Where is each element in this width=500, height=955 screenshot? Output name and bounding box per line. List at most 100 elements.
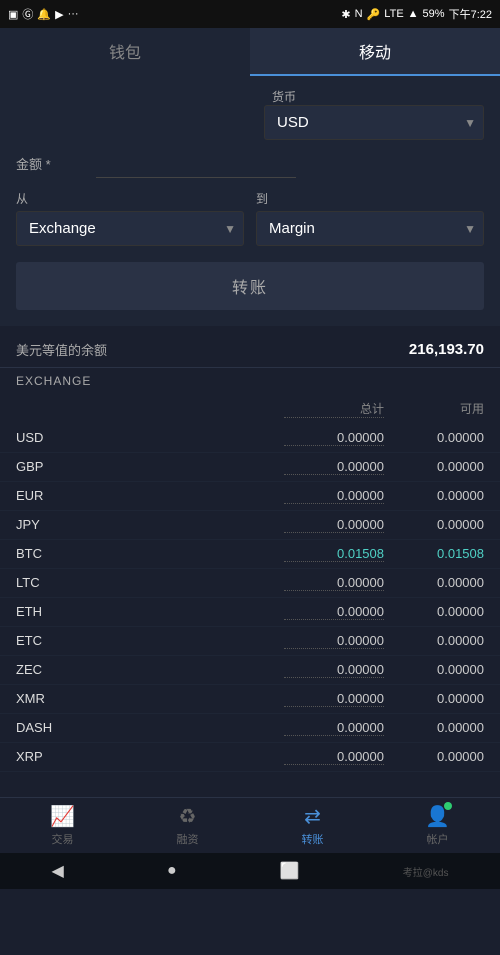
row-currency-name: USD [16, 430, 284, 446]
row-available: 0.01508 [384, 546, 484, 562]
transfer-icon: ⇄ [304, 804, 321, 829]
to-group: 到 Margin Exchange Funding ▼ [256, 190, 484, 246]
battery-pct: 59% [423, 8, 445, 20]
row-currency-name: DASH [16, 720, 284, 736]
row-available: 0.00000 [384, 633, 484, 649]
sys-home-button[interactable]: ● [167, 862, 177, 880]
row-available: 0.00000 [384, 749, 484, 765]
table-row: BTC0.015080.01508 [0, 540, 500, 569]
header-total: 总计 [284, 400, 384, 418]
table-row: EUR0.000000.00000 [0, 482, 500, 511]
account-online-dot [444, 802, 452, 810]
currency-select-wrap: USD EUR BTC ▼ [264, 105, 484, 140]
row-total: 0.00000 [284, 517, 384, 533]
row-currency-name: ETH [16, 604, 284, 620]
row-available: 0.00000 [384, 720, 484, 736]
row-total: 0.00000 [284, 459, 384, 475]
transfer-button[interactable]: 转账 [16, 262, 484, 310]
to-label: 到 [256, 190, 484, 207]
icon-key: 🔑 [367, 8, 381, 21]
nav-transfer-label: 转账 [302, 831, 324, 847]
system-nav-bar: ◀ ● ⬜ 考拉@kds [0, 853, 500, 889]
balance-label: 美元等值的余额 [16, 340, 107, 359]
signal-icon: ▲ [408, 8, 419, 20]
currency-label: 货币 [264, 88, 476, 105]
row-currency-name: XRP [16, 749, 284, 765]
row-available: 0.00000 [384, 662, 484, 678]
to-select-wrap: Margin Exchange Funding ▼ [256, 211, 484, 246]
trade-icon: 📈 [50, 804, 75, 829]
from-to-row: 从 Exchange Margin Funding ▼ 到 Margin Exc… [16, 190, 484, 246]
row-total: 0.00000 [284, 430, 384, 446]
sys-back-button[interactable]: ◀ [52, 861, 64, 881]
row-currency-name: JPY [16, 517, 284, 533]
amount-row: 金额 * [16, 148, 484, 178]
icon-bell: 🔔 [37, 8, 51, 21]
amount-label: 金额 * [16, 154, 96, 173]
from-label: 从 [16, 190, 244, 207]
tab-wallet[interactable]: 钱包 [0, 28, 250, 76]
status-right-icons: ✱ N 🔑 LTE ▲ 59% 下午7:22 [341, 6, 492, 22]
watermark: 考拉@kds [403, 864, 449, 879]
status-bar: ▣ Ⓖ 🔔 ▶ ··· ✱ N 🔑 LTE ▲ 59% 下午7:22 [0, 0, 500, 28]
icon-bluetooth: ✱ [341, 8, 350, 21]
fund-icon: ♻ [179, 804, 197, 829]
from-select-wrap: Exchange Margin Funding ▼ [16, 211, 244, 246]
nav-fund[interactable]: ♻ 融资 [125, 798, 250, 853]
nav-transfer[interactable]: ⇄ 转账 [250, 798, 375, 853]
row-total: 0.00000 [284, 749, 384, 765]
row-available: 0.00000 [384, 430, 484, 446]
amount-input-wrap [96, 148, 484, 178]
table-row: DASH0.000000.00000 [0, 714, 500, 743]
row-available: 0.00000 [384, 575, 484, 591]
row-total: 0.01508 [284, 546, 384, 562]
icon-g: Ⓖ [22, 6, 33, 22]
nav-account[interactable]: 👤 帐户 [375, 798, 500, 853]
row-total: 0.00000 [284, 575, 384, 591]
bottom-nav: 📈 交易 ♻ 融资 ⇄ 转账 👤 帐户 [0, 797, 500, 853]
row-available: 0.00000 [384, 459, 484, 475]
icon-play: ▶ [55, 8, 63, 21]
row-available: 0.00000 [384, 517, 484, 533]
table-row: XMR0.000000.00000 [0, 685, 500, 714]
status-left-icons: ▣ Ⓖ 🔔 ▶ ··· [8, 6, 79, 22]
row-available: 0.00000 [384, 604, 484, 620]
table-row: ETH0.000000.00000 [0, 598, 500, 627]
nav-fund-label: 融资 [177, 831, 199, 847]
row-currency-name: ETC [16, 633, 284, 649]
table-row: GBP0.000000.00000 [0, 453, 500, 482]
account-avatar-wrap: 👤 [425, 804, 450, 829]
row-available: 0.00000 [384, 691, 484, 707]
balance-section: 美元等值的余额 216,193.70 [0, 326, 500, 368]
nav-account-label: 帐户 [427, 831, 449, 847]
from-group: 从 Exchange Margin Funding ▼ [16, 190, 244, 246]
network-type: LTE [384, 8, 403, 20]
to-select[interactable]: Margin Exchange Funding [256, 211, 484, 246]
amount-input[interactable] [96, 148, 296, 178]
row-currency-name: XMR [16, 691, 284, 707]
row-total: 0.00000 [284, 662, 384, 678]
header-available: 可用 [384, 400, 484, 418]
tab-move[interactable]: 移动 [250, 28, 500, 76]
nav-trade[interactable]: 📈 交易 [0, 798, 125, 853]
icon-dots: ··· [68, 8, 79, 20]
row-available: 0.00000 [384, 488, 484, 504]
sys-recent-button[interactable]: ⬜ [280, 861, 300, 881]
header-name [16, 400, 284, 418]
row-total: 0.00000 [284, 720, 384, 736]
table-row: ETC0.000000.00000 [0, 627, 500, 656]
table-row: JPY0.000000.00000 [0, 511, 500, 540]
main-tabs: 钱包 移动 [0, 28, 500, 76]
table-row: USD0.000000.00000 [0, 424, 500, 453]
from-select[interactable]: Exchange Margin Funding [16, 211, 244, 246]
currency-select[interactable]: USD EUR BTC [264, 105, 484, 140]
row-total: 0.00000 [284, 633, 384, 649]
exchange-label: EXCHANGE [0, 368, 500, 394]
table-row: LTC0.000000.00000 [0, 569, 500, 598]
row-currency-name: ZEC [16, 662, 284, 678]
row-total: 0.00000 [284, 604, 384, 620]
row-currency-name: EUR [16, 488, 284, 504]
row-total: 0.00000 [284, 691, 384, 707]
row-currency-name: GBP [16, 459, 284, 475]
row-currency-name: BTC [16, 546, 284, 562]
